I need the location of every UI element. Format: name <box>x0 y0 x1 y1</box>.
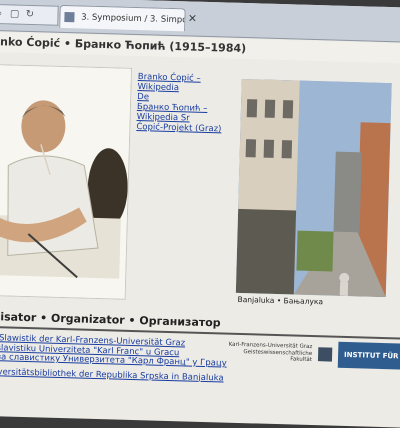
link-copic-projekt[interactable]: Ćopić-Projekt (Graz) <box>136 122 236 135</box>
tab-title: 3. Symposium / 3. Simpozij... <box>80 12 186 26</box>
reference-links: Branko Ćopić – Wikipedia De Бранко Ћопић… <box>136 72 238 135</box>
university-logo-text: Karl-Franzens-Universität Graz Geisteswi… <box>228 342 313 368</box>
address-bar-fragment[interactable]: ⌕ ▢ ↻ <box>0 3 59 26</box>
refresh-icon[interactable]: ↻ <box>24 6 36 24</box>
street-photo-drawing <box>235 78 392 298</box>
logo-line-3: Fakultät <box>290 356 313 364</box>
projected-screen: ⌕ ▢ ↻ 3. Symposium / 3. Simpozij... × an… <box>0 0 400 428</box>
browser-tab[interactable]: 3. Symposium / 3. Simpozij... <box>59 4 186 32</box>
page-favicon-icon <box>64 11 75 22</box>
link-wikipedia-de[interactable]: Branko Ćopić – Wikipedia <box>137 72 238 95</box>
banjaluka-photo <box>235 78 392 298</box>
portrait-image <box>0 63 133 300</box>
organizer-list: für Slawistik der Karl-Franzens-Universi… <box>0 333 244 384</box>
lock-icon: ▢ <box>9 8 20 20</box>
portrait-drawing <box>0 65 132 299</box>
tab-close-icon[interactable]: × <box>185 11 199 25</box>
university-logo-icon <box>317 347 333 362</box>
photo-caption: Banjaluka • Бањалука <box>237 294 324 307</box>
search-icon[interactable]: ⌕ <box>0 5 6 23</box>
institute-banner[interactable]: INSTITUT FÜR SL <box>337 341 400 370</box>
